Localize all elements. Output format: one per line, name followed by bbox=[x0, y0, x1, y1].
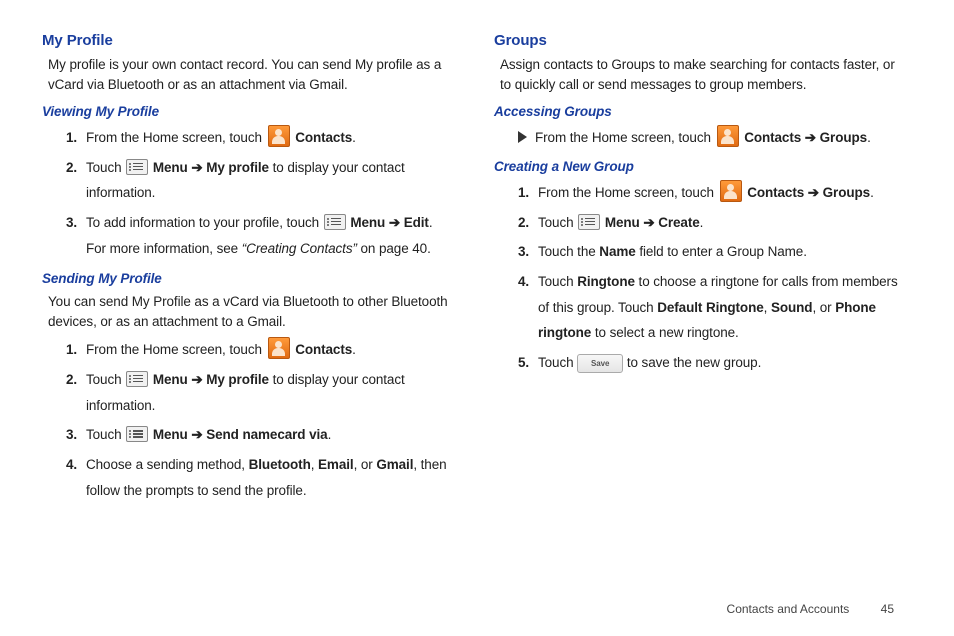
menu-icon bbox=[126, 426, 148, 442]
footer-section: Contacts and Accounts bbox=[727, 602, 850, 616]
heading-sending-my-profile: Sending My Profile bbox=[42, 271, 454, 286]
contacts-icon bbox=[717, 125, 739, 147]
heading-creating-a-new-group: Creating a New Group bbox=[494, 159, 906, 174]
list-item: Touch the Name field to enter a Group Na… bbox=[538, 239, 906, 265]
heading-groups: Groups bbox=[494, 32, 906, 49]
list-item: To add information to your profile, touc… bbox=[86, 210, 454, 261]
page-content: My Profile My profile is your own contac… bbox=[0, 0, 954, 521]
sending-my-profile-desc: You can send My Profile as a vCard via B… bbox=[48, 292, 454, 331]
list-item: Touch Menu ➔ Create. bbox=[538, 210, 906, 236]
page-number: 45 bbox=[881, 602, 894, 616]
list-item: Touch Save to save the new group. bbox=[538, 350, 906, 376]
accessing-groups-step: From the Home screen, touch Contacts ➔ G… bbox=[494, 125, 906, 149]
sending-my-profile-steps: From the Home screen, touch Contacts. To… bbox=[42, 337, 454, 503]
list-item: From the Home screen, touch Contacts. bbox=[86, 125, 454, 151]
contacts-icon bbox=[268, 125, 290, 147]
contacts-icon bbox=[268, 337, 290, 359]
heading-my-profile: My Profile bbox=[42, 32, 454, 49]
menu-icon bbox=[126, 159, 148, 175]
list-item: Choose a sending method, Bluetooth, Emai… bbox=[86, 452, 454, 503]
right-column: Groups Assign contacts to Groups to make… bbox=[494, 32, 906, 509]
contacts-icon bbox=[720, 180, 742, 202]
menu-icon bbox=[578, 214, 600, 230]
list-item: Touch Menu ➔ Send namecard via. bbox=[86, 422, 454, 448]
page-footer: Contacts and Accounts 45 bbox=[727, 602, 894, 616]
menu-icon bbox=[126, 371, 148, 387]
list-item: From the Home screen, touch Contacts ➔ G… bbox=[538, 180, 906, 206]
list-item: Touch Menu ➔ My profile to display your … bbox=[86, 155, 454, 206]
triangle-bullet-icon bbox=[518, 131, 527, 143]
list-item: Touch Ringtone to choose a ringtone for … bbox=[538, 269, 906, 346]
groups-desc: Assign contacts to Groups to make search… bbox=[500, 55, 906, 94]
creating-new-group-steps: From the Home screen, touch Contacts ➔ G… bbox=[494, 180, 906, 375]
my-profile-desc: My profile is your own contact record. Y… bbox=[48, 55, 454, 94]
save-button-icon: Save bbox=[577, 354, 623, 373]
menu-icon bbox=[324, 214, 346, 230]
viewing-my-profile-steps: From the Home screen, touch Contacts. To… bbox=[42, 125, 454, 261]
list-item: Touch Menu ➔ My profile to display your … bbox=[86, 367, 454, 418]
left-column: My Profile My profile is your own contac… bbox=[42, 32, 454, 509]
list-item: From the Home screen, touch Contacts. bbox=[86, 337, 454, 363]
heading-accessing-groups: Accessing Groups bbox=[494, 104, 906, 119]
heading-viewing-my-profile: Viewing My Profile bbox=[42, 104, 454, 119]
